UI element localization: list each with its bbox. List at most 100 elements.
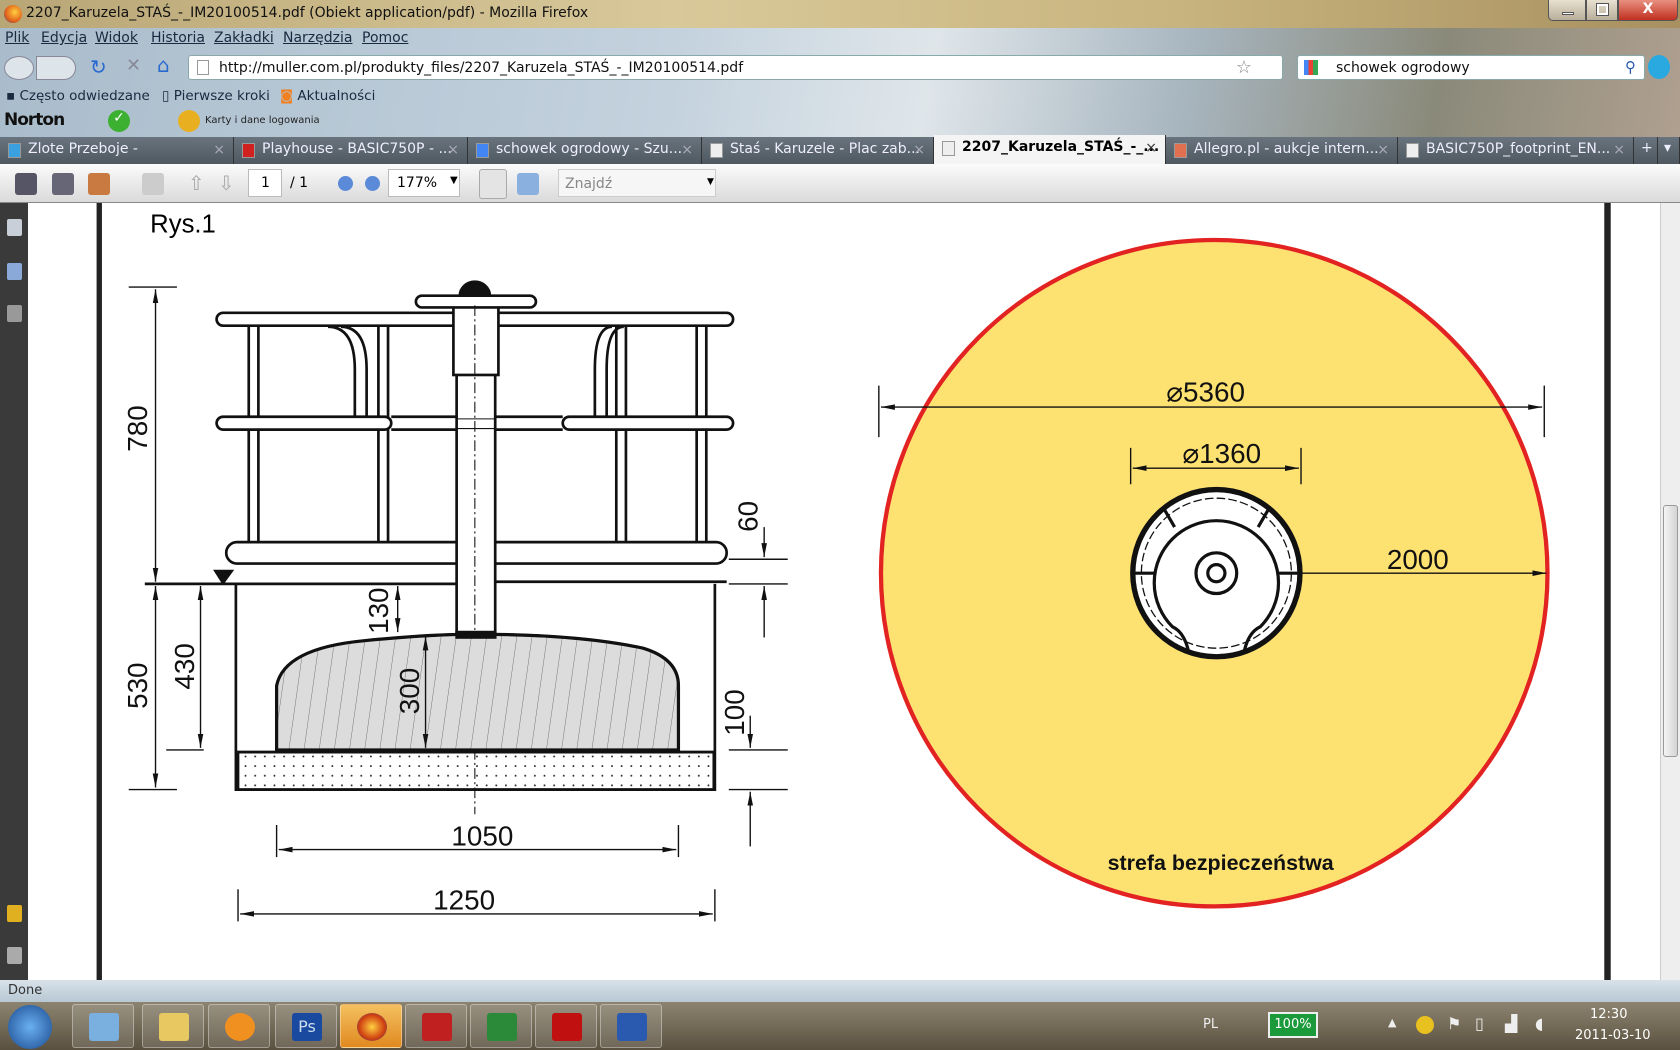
dim-300: 300 xyxy=(394,668,425,714)
page-border-right xyxy=(1604,203,1611,980)
bookmark-star-icon[interactable]: ☆ xyxy=(1236,57,1252,78)
vault-lock-icon[interactable] xyxy=(178,110,200,132)
clock-date[interactable]: 2011-03-10 xyxy=(1575,1028,1651,1043)
status-bar: Done xyxy=(0,980,1680,1002)
menu-historia[interactable]: Historia xyxy=(151,30,205,46)
show-hidden-icons[interactable]: ▲ xyxy=(1388,1016,1396,1029)
comment-icon xyxy=(142,173,164,195)
minimize-button[interactable] xyxy=(1548,0,1586,21)
bookmark-czesto[interactable]: ▪ Często odwiedzane xyxy=(6,88,150,104)
volume-icon[interactable]: ◖ xyxy=(1535,1014,1543,1033)
column-top xyxy=(452,305,500,377)
norton-tray-icon[interactable] xyxy=(1416,1016,1434,1034)
reload-icon[interactable]: ↻ xyxy=(90,55,107,79)
tab-stas-karuzele[interactable]: Staś - Karuzele - Plac zab... × xyxy=(702,137,934,164)
bookmark-aktualnosci[interactable]: ◙ Aktualności xyxy=(280,88,375,104)
norton-logo[interactable]: Norton xyxy=(4,110,65,130)
menu-plik[interactable]: Plik xyxy=(5,30,29,46)
url-bar[interactable]: http://muller.com.pl/produkty_files/2207… xyxy=(188,55,1283,80)
dim-1360: ⌀1360 xyxy=(1182,438,1261,469)
scrollbar-thumb[interactable] xyxy=(1663,505,1678,757)
url-text: http://muller.com.pl/produkty_files/2207… xyxy=(219,60,744,76)
vertical-scrollbar[interactable] xyxy=(1660,203,1680,980)
vault-label[interactable]: Karty i dane logowania xyxy=(205,115,320,126)
menu-pomoc[interactable]: Pomoc xyxy=(362,30,408,46)
dim-780: 780 xyxy=(122,405,153,451)
menu-narzedzia[interactable]: Narzędzia xyxy=(283,30,352,46)
prev-page-icon[interactable]: ⇧ xyxy=(188,171,205,195)
zoom-in-icon[interactable] xyxy=(365,176,380,191)
skype-icon[interactable] xyxy=(1648,55,1670,79)
next-page-icon[interactable]: ⇩ xyxy=(218,171,235,195)
attachment-icon[interactable] xyxy=(7,947,22,964)
sand-base xyxy=(236,750,716,791)
share-icon[interactable] xyxy=(88,173,110,195)
taskbar-excel[interactable] xyxy=(470,1004,532,1048)
taskbar-acrobat[interactable] xyxy=(535,1004,597,1048)
dim-2000: 2000 xyxy=(1387,544,1449,575)
search-text: schowek ogrodowy xyxy=(1336,60,1470,76)
binoculars-icon[interactable] xyxy=(7,305,22,322)
bookmark-pierwsze[interactable]: ▯ Pierwsze kroki xyxy=(162,88,270,104)
battery-indicator[interactable]: 100% xyxy=(1268,1012,1318,1038)
tab-zlote-przeboje[interactable]: Zlote Przeboje - × xyxy=(0,137,234,164)
taskbar-autocad[interactable] xyxy=(405,1004,467,1048)
find-dropdown-icon[interactable]: ▼ xyxy=(707,177,714,187)
pdf-toolbar: ⇧ ⇩ 1 / 1 177% ▼ Znajdź ▼ xyxy=(0,164,1680,203)
safety-zone-label: strefa bezpieczeństwa xyxy=(1108,851,1335,875)
taskbar: Ps PL 100% ▲ ⚑ ▯ ▟ ◖ 12:30 2011-03-10 xyxy=(0,1002,1680,1050)
zoom-dropdown-icon[interactable]: ▼ xyxy=(450,175,458,186)
fit-width-icon[interactable] xyxy=(479,169,507,199)
tab-schowek[interactable]: schowek ogrodowy - Szu... × xyxy=(468,137,702,164)
search-icon[interactable]: ⚲ xyxy=(1625,58,1636,76)
comments-icon[interactable] xyxy=(7,905,22,922)
new-tab-button[interactable]: + xyxy=(1634,137,1658,164)
forward-button[interactable] xyxy=(36,56,76,80)
figure-caption: Rys.1 xyxy=(150,210,216,238)
taskbar-media-player[interactable] xyxy=(208,1004,270,1048)
taskbar-photoshop[interactable]: Ps xyxy=(275,1004,337,1048)
tab-strip: Zlote Przeboje - × Playhouse - BASIC750P … xyxy=(0,135,1680,164)
menu-widok[interactable]: Widok xyxy=(95,30,138,46)
bookmarks-icon[interactable] xyxy=(7,263,22,280)
save-icon[interactable] xyxy=(52,173,74,195)
clock-time[interactable]: 12:30 xyxy=(1590,1007,1627,1022)
tab-list-button[interactable]: ▾ xyxy=(1658,137,1680,164)
find-input[interactable]: Znajdź xyxy=(558,169,716,197)
dim-430: 430 xyxy=(169,643,200,689)
restore-button[interactable] xyxy=(1586,0,1618,21)
top-knob xyxy=(458,280,492,298)
pdf-sidebar xyxy=(0,203,28,980)
dim-60: 60 xyxy=(733,501,764,532)
tab-basic750p[interactable]: BASIC750P_footprint_EN... × xyxy=(1398,137,1634,164)
carousel-elevation xyxy=(144,280,735,815)
tab-pdf-active[interactable]: 2207_Karuzela_STAŚ_-_... × xyxy=(934,135,1166,164)
network-icon[interactable]: ▟ xyxy=(1505,1014,1517,1033)
middle-rail-left xyxy=(215,415,393,431)
tab-playhouse[interactable]: Playhouse - BASIC750P - ... × xyxy=(234,137,468,164)
language-indicator[interactable]: PL xyxy=(1203,1017,1218,1032)
pages-icon[interactable] xyxy=(7,219,22,236)
dim-1250: 1250 xyxy=(433,885,495,916)
menu-zakladki[interactable]: Zakładki xyxy=(214,30,274,46)
norton-check-icon[interactable]: ✓ xyxy=(108,110,130,132)
search-box[interactable]: schowek ogrodowy ⚲ xyxy=(1297,55,1645,80)
home-icon[interactable]: ⌂ xyxy=(157,53,170,77)
taskbar-explorer[interactable] xyxy=(142,1004,204,1048)
action-center-flag-icon[interactable]: ⚑ xyxy=(1447,1014,1461,1033)
tab-allegro[interactable]: Allegro.pl - aukcje intern... × xyxy=(1166,137,1398,164)
page-number-input[interactable]: 1 xyxy=(248,169,282,197)
close-window-button[interactable]: X xyxy=(1618,0,1678,21)
taskbar-word[interactable] xyxy=(600,1004,662,1048)
zoom-out-icon[interactable] xyxy=(338,176,353,191)
taskbar-outlook[interactable] xyxy=(72,1004,134,1048)
power-icon[interactable]: ▯ xyxy=(1475,1014,1484,1033)
print-icon[interactable] xyxy=(15,173,37,195)
fit-page-icon[interactable] xyxy=(517,173,539,195)
stop-icon[interactable]: ✕ xyxy=(126,55,141,76)
menu-edycja[interactable]: Edycja xyxy=(41,30,87,46)
taskbar-firefox[interactable] xyxy=(340,1004,402,1048)
back-button[interactable] xyxy=(4,56,34,80)
start-button[interactable] xyxy=(8,1005,52,1049)
dim-1050: 1050 xyxy=(451,820,513,851)
